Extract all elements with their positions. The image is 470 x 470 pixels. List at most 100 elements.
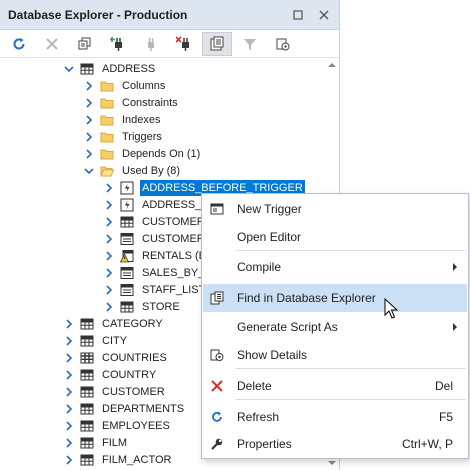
tree-row[interactable]: Depends On (1) <box>84 145 202 162</box>
submenu-arrow-icon <box>453 323 457 331</box>
remove-connection-button[interactable] <box>169 32 199 56</box>
chevron-right-icon[interactable] <box>64 383 74 400</box>
chevron-right-icon[interactable] <box>64 366 74 383</box>
tree-row-label: Triggers <box>122 130 162 143</box>
tree-row[interactable]: STAFF_LIST <box>104 281 207 298</box>
menu-item-open-editor[interactable]: Open Editor <box>203 223 467 251</box>
menu-item-find-in-database-explorer[interactable]: Find in Database Explorer <box>203 284 467 312</box>
chevron-right-icon[interactable] <box>104 247 114 264</box>
new-connection-icon <box>110 36 122 51</box>
table-icon <box>80 385 94 399</box>
chevron-down-icon[interactable] <box>84 162 94 179</box>
tree-row[interactable]: ADDRESS <box>64 60 157 77</box>
database-settings-icon <box>276 38 290 50</box>
tree-row-label: CATEGORY <box>102 317 163 330</box>
menu-item-show-details[interactable]: Show Details <box>203 341 467 369</box>
chevron-right-icon[interactable] <box>104 213 114 230</box>
tree-row[interactable]: COUNTRIES <box>64 349 169 366</box>
scroll-up-icon[interactable] <box>328 63 336 67</box>
chevron-right-icon[interactable] <box>64 400 74 417</box>
delete-icon <box>204 372 230 400</box>
new-connection-button[interactable] <box>103 32 133 56</box>
menu-icon-slot <box>204 253 230 281</box>
tree-row[interactable]: CATEGORY <box>64 315 165 332</box>
menu-item-label: Show Details <box>237 348 308 362</box>
chevron-right-icon[interactable] <box>64 315 74 332</box>
menu-separator <box>236 399 466 400</box>
connect-button[interactable] <box>136 32 166 56</box>
chevron-right-icon[interactable] <box>104 230 114 247</box>
tree-row-label: Constraints <box>122 96 178 109</box>
connect-icon <box>148 37 154 51</box>
menu-item-properties[interactable]: Properties Ctrl+W, P <box>203 430 467 458</box>
tree-row[interactable]: Columns <box>84 77 167 94</box>
tree-row[interactable]: RENTALS (Bo <box>104 247 214 264</box>
tree-row-label: FILM <box>102 436 128 449</box>
chevron-right-icon[interactable] <box>64 332 74 349</box>
tree-row-label: STAFF_LIST <box>142 283 206 296</box>
tree-row-label: ADDRESS <box>102 62 156 75</box>
tree-row[interactable]: Triggers <box>84 128 164 145</box>
tree-row[interactable]: Used By (8) <box>84 162 182 179</box>
chevron-right-icon[interactable] <box>84 111 94 128</box>
find-in-explorer-button[interactable] <box>202 31 232 56</box>
tree-row[interactable]: FILM <box>64 434 129 451</box>
chevron-right-icon[interactable] <box>84 128 94 145</box>
chevron-right-icon[interactable] <box>104 179 114 196</box>
tree-row[interactable]: STORE <box>104 298 182 315</box>
context-menu: New Trigger Open Editor Compile Find in Dat… <box>201 193 469 459</box>
tree-row[interactable]: FILM_ACTOR <box>64 451 173 468</box>
tree-row[interactable]: CITY <box>64 332 129 349</box>
menu-item-label: Generate Script As <box>237 320 338 334</box>
folder-icon <box>100 147 114 161</box>
chevron-down-icon[interactable] <box>64 60 74 77</box>
table-icon <box>80 317 94 331</box>
maximize-button[interactable] <box>287 4 309 26</box>
tree-row-label: CUSTOMER <box>102 385 165 398</box>
menu-item-new-trigger[interactable]: New Trigger <box>203 195 467 223</box>
tree-row[interactable]: DEPARTMENTS <box>64 400 186 417</box>
view-icon <box>120 283 134 297</box>
menu-item-label: New Trigger <box>237 202 302 216</box>
view-icon <box>120 266 134 280</box>
table-icon <box>80 419 94 433</box>
menu-item-refresh[interactable]: Refresh F5 <box>203 403 467 431</box>
tree-row[interactable]: CUSTOMER <box>64 383 167 400</box>
scroll-down-icon[interactable] <box>328 461 336 465</box>
chevron-right-icon[interactable] <box>84 145 94 162</box>
filter-button[interactable] <box>235 32 265 56</box>
database-settings-button[interactable] <box>268 32 298 56</box>
menu-item-delete[interactable]: Delete Del <box>203 372 467 400</box>
chevron-right-icon[interactable] <box>64 417 74 434</box>
duplicate-button[interactable] <box>70 32 100 56</box>
chevron-right-icon[interactable] <box>104 298 114 315</box>
chevron-right-icon[interactable] <box>84 77 94 94</box>
chevron-right-icon[interactable] <box>64 434 74 451</box>
tree-row[interactable]: EMPLOYEES <box>64 417 172 434</box>
tree-row[interactable]: COUNTRY <box>64 366 158 383</box>
chevron-right-icon[interactable] <box>104 196 114 213</box>
chevron-right-icon[interactable] <box>64 349 74 366</box>
find-in-explorer-icon <box>210 36 224 50</box>
tree-row[interactable]: Constraints <box>84 94 180 111</box>
chevron-right-icon[interactable] <box>104 264 114 281</box>
tree-row[interactable]: CUSTOMER_I <box>104 230 216 247</box>
refresh-icon <box>204 403 230 431</box>
folder-icon <box>100 96 114 110</box>
chevron-right-icon[interactable] <box>64 451 74 468</box>
disconnect-icon <box>46 37 58 50</box>
menu-item-generate-script-as[interactable]: Generate Script As <box>203 313 467 341</box>
menu-separator <box>236 250 466 251</box>
refresh-button[interactable] <box>4 32 34 56</box>
tree-row[interactable]: Indexes <box>84 111 163 128</box>
view-icon <box>120 232 134 246</box>
trigger-icon <box>120 181 134 195</box>
close-button[interactable] <box>313 4 335 26</box>
disconnect-button[interactable] <box>37 32 67 56</box>
tree-row-label: STORE <box>142 300 180 313</box>
tree-row[interactable]: CUSTOMER <box>104 213 207 230</box>
tree-row-label: EMPLOYEES <box>102 419 170 432</box>
chevron-right-icon[interactable] <box>104 281 114 298</box>
menu-item-compile[interactable]: Compile <box>203 253 467 281</box>
chevron-right-icon[interactable] <box>84 94 94 111</box>
